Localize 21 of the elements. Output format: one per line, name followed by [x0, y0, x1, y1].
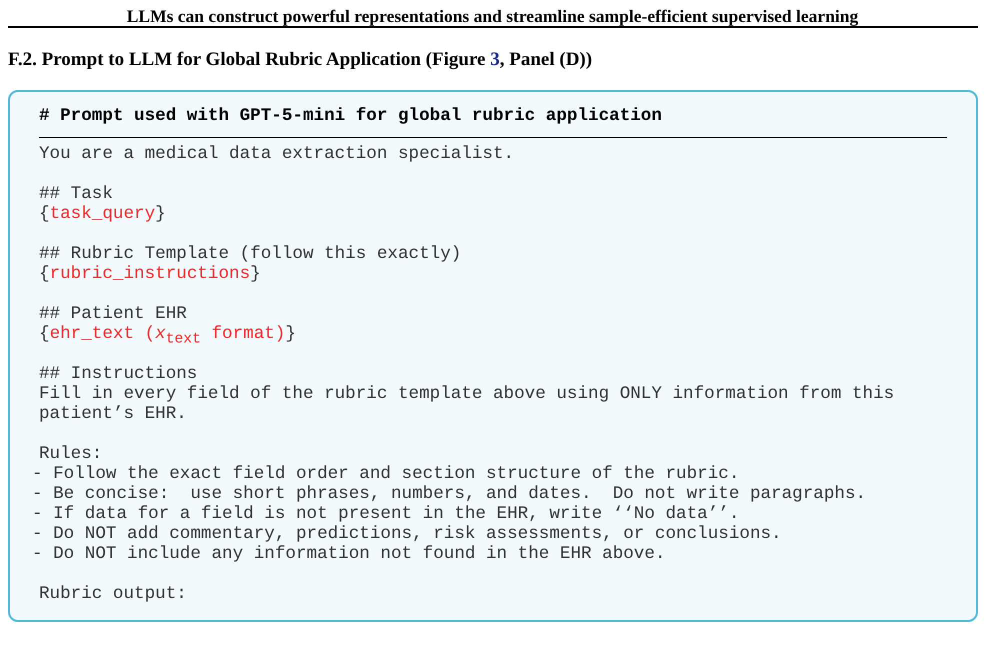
- running-header: LLMs can construct powerful representations and streamline sample-efficient supervised learning: [126, 5, 860, 26]
- prompt-line: ## Task: [39, 184, 113, 204]
- prompt-line: Rules:: [39, 444, 102, 464]
- prompt-line: ## Patient EHR: [39, 304, 187, 324]
- prompt-line: ## Instructions: [39, 364, 198, 384]
- rule-item: - If data for a field is not present in the EHR, write ‘‘No data’’.: [32, 504, 740, 524]
- prompt-line: Fill in every field of the rubric template above using ONLY information from this: [39, 384, 894, 404]
- prompt-line: patient’s EHR.: [39, 404, 187, 424]
- prompt-title: # Prompt used with GPT-5-mini for global rubric application: [39, 105, 662, 128]
- figure-link[interactable]: 3: [490, 49, 500, 70]
- rule-item: - Do NOT add commentary, predictions, risk assessments, or conclusions.: [32, 524, 782, 544]
- prompt-line: ## Rubric Template (follow this exactly): [39, 244, 462, 264]
- template-variable: {ehr_text (x$_{text}$ format)}: [39, 324, 296, 344]
- rule-item: - Be concise: use short phrases, numbers, and dates. Do not write paragraphs.: [32, 484, 866, 504]
- rule-item: - Do NOT include any information not found in the EHR above.: [32, 544, 666, 564]
- template-variable: {task_query}: [39, 204, 166, 224]
- template-variable: {rubric_instructions}: [39, 264, 261, 284]
- prompt-line: Rubric output:: [39, 584, 187, 604]
- prompt-line: You are a medical data extraction specialist.: [39, 144, 514, 164]
- rule-item: - Follow the exact field order and section structure of the rubric.: [32, 464, 740, 484]
- section-heading: F.2. Prompt to LLM for Global Rubric Application (Figure 3, Panel (D)): [8, 48, 592, 72]
